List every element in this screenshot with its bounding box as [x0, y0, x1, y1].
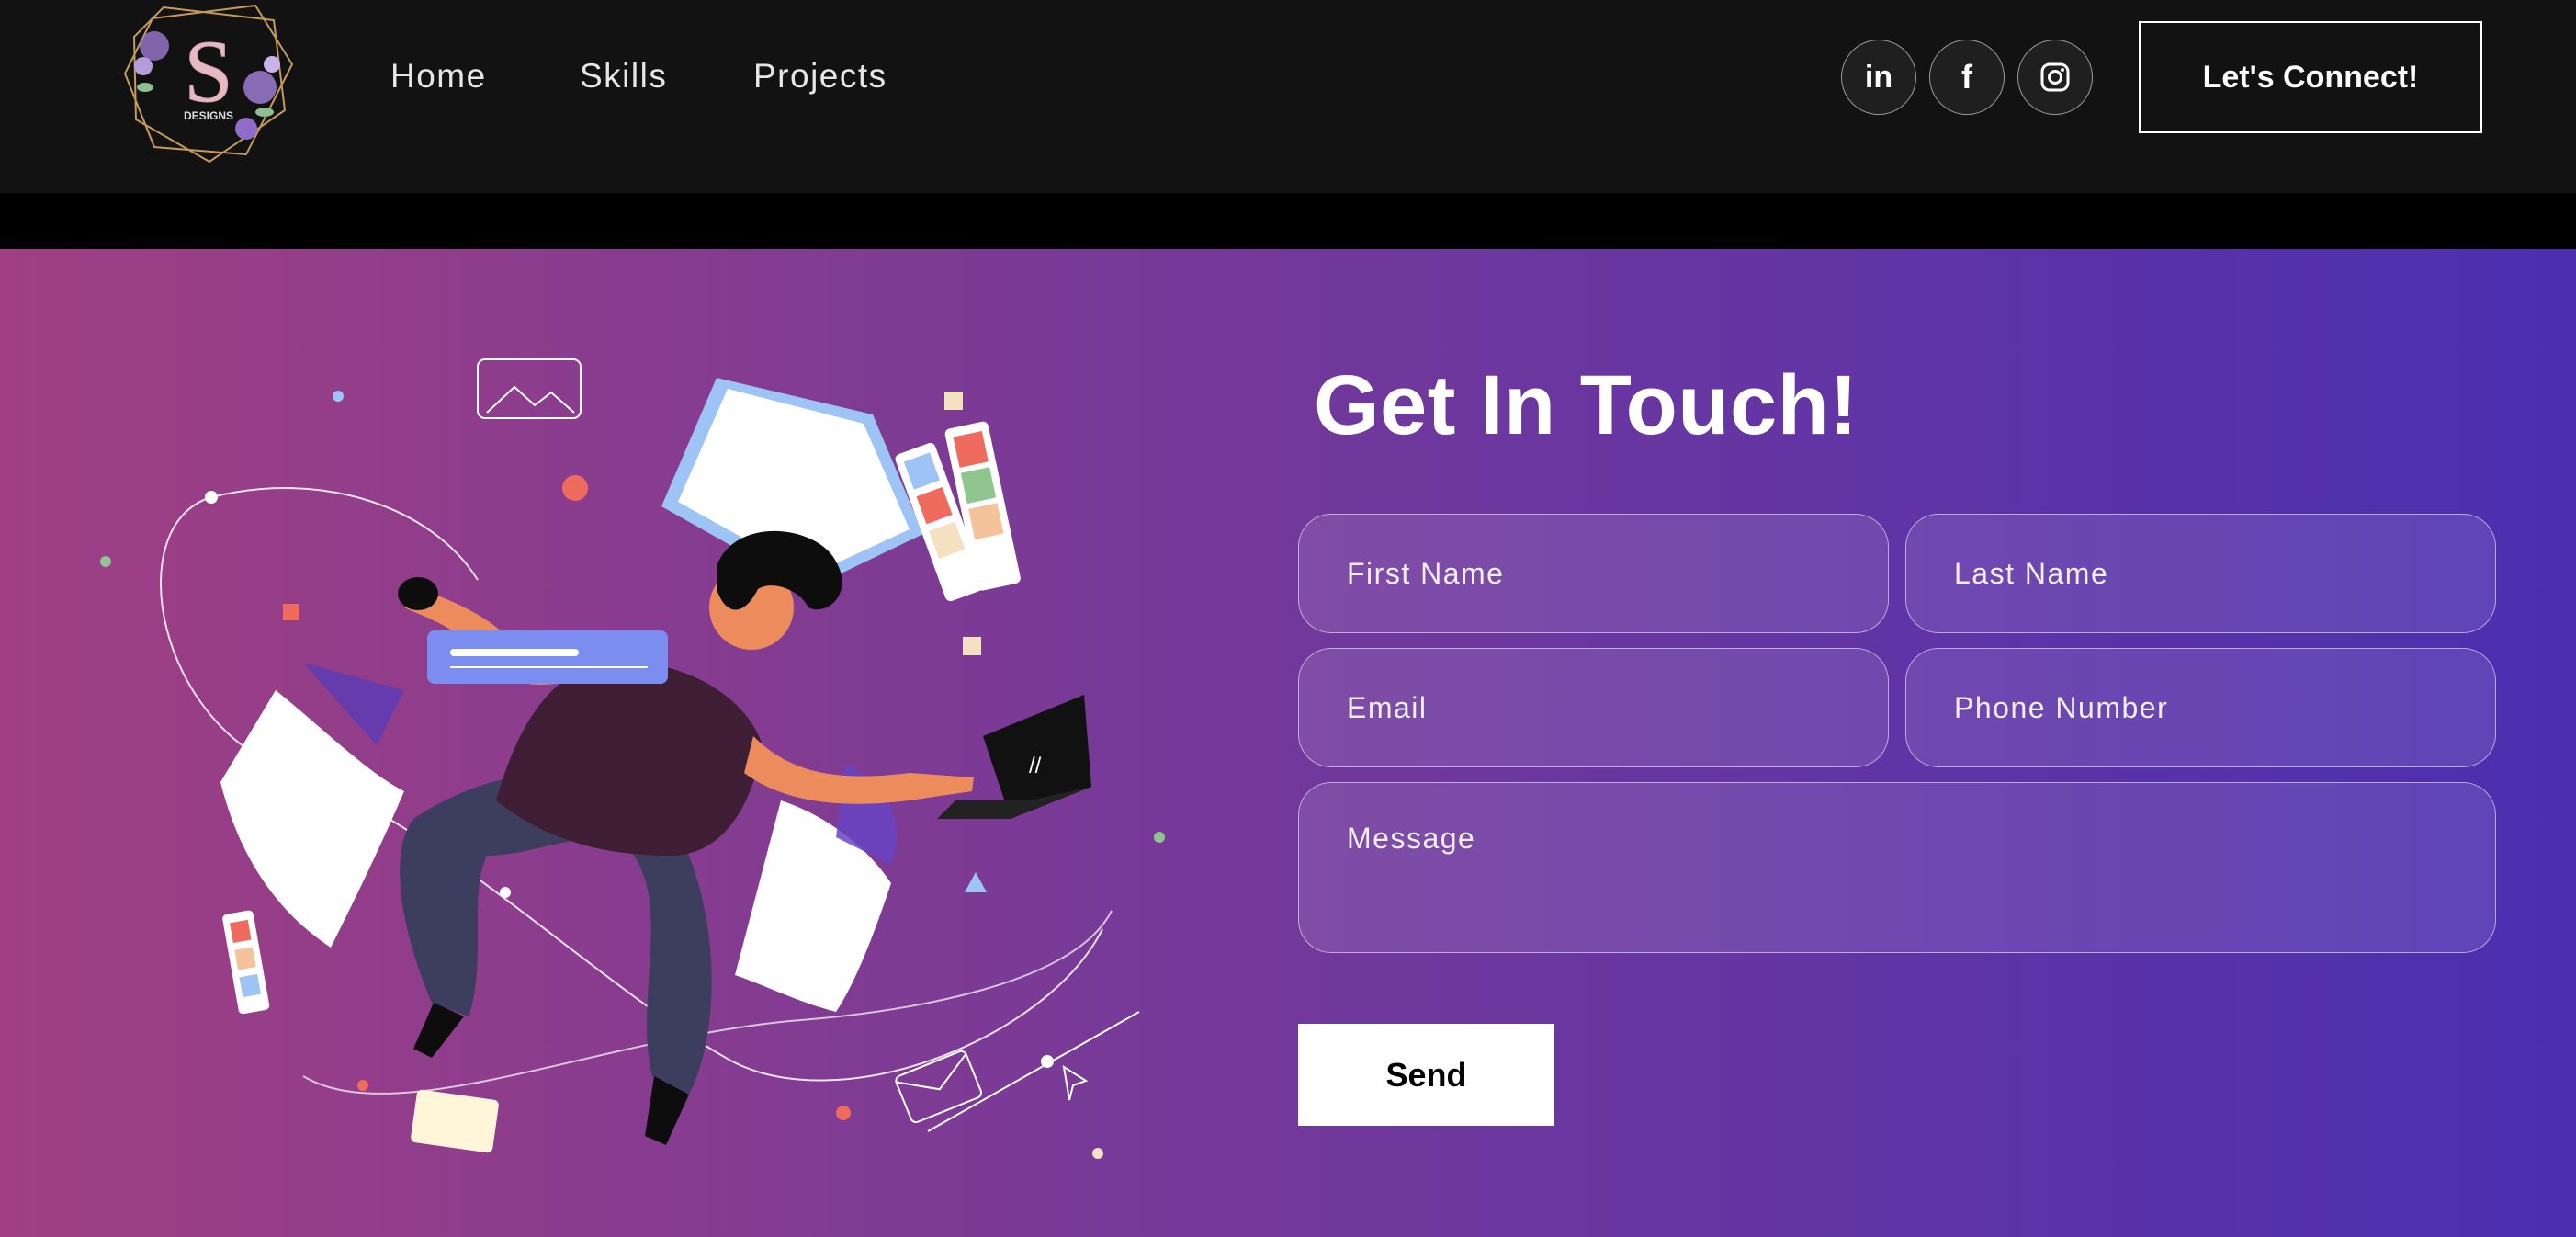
send-button[interactable]: Send: [1298, 1024, 1554, 1126]
message-field[interactable]: [1298, 782, 2496, 953]
logo-text: DESIGNS: [184, 109, 233, 122]
facebook-icon: f: [1961, 58, 1972, 96]
svg-text://: //: [1029, 754, 1042, 778]
contact-section: // Get In Touch! Send: [0, 249, 2576, 1237]
linkedin-icon: in: [1864, 59, 1893, 95]
navbar: S DESIGNS Home Skills Projects in f Let'…: [0, 0, 2576, 193]
lets-connect-button[interactable]: Let's Connect!: [2139, 21, 2482, 133]
svg-text:S: S: [184, 22, 232, 120]
instagram-button[interactable]: [2017, 40, 2093, 115]
nav-projects[interactable]: Projects: [753, 57, 887, 96]
nav-home[interactable]: Home: [390, 57, 487, 96]
logo[interactable]: S DESIGNS: [118, 0, 299, 164]
facebook-button[interactable]: f: [1929, 40, 2005, 115]
email-field[interactable]: [1298, 648, 1889, 767]
linkedin-button[interactable]: in: [1841, 40, 1916, 115]
instagram-icon: [2040, 62, 2070, 92]
phone-number-field[interactable]: [1905, 648, 2496, 767]
nav-skills[interactable]: Skills: [580, 57, 667, 96]
designer-illustration: //: [100, 358, 1165, 1159]
last-name-field[interactable]: [1905, 514, 2496, 633]
contact-heading: Get In Touch!: [1314, 358, 1859, 452]
first-name-field[interactable]: [1298, 514, 1889, 633]
